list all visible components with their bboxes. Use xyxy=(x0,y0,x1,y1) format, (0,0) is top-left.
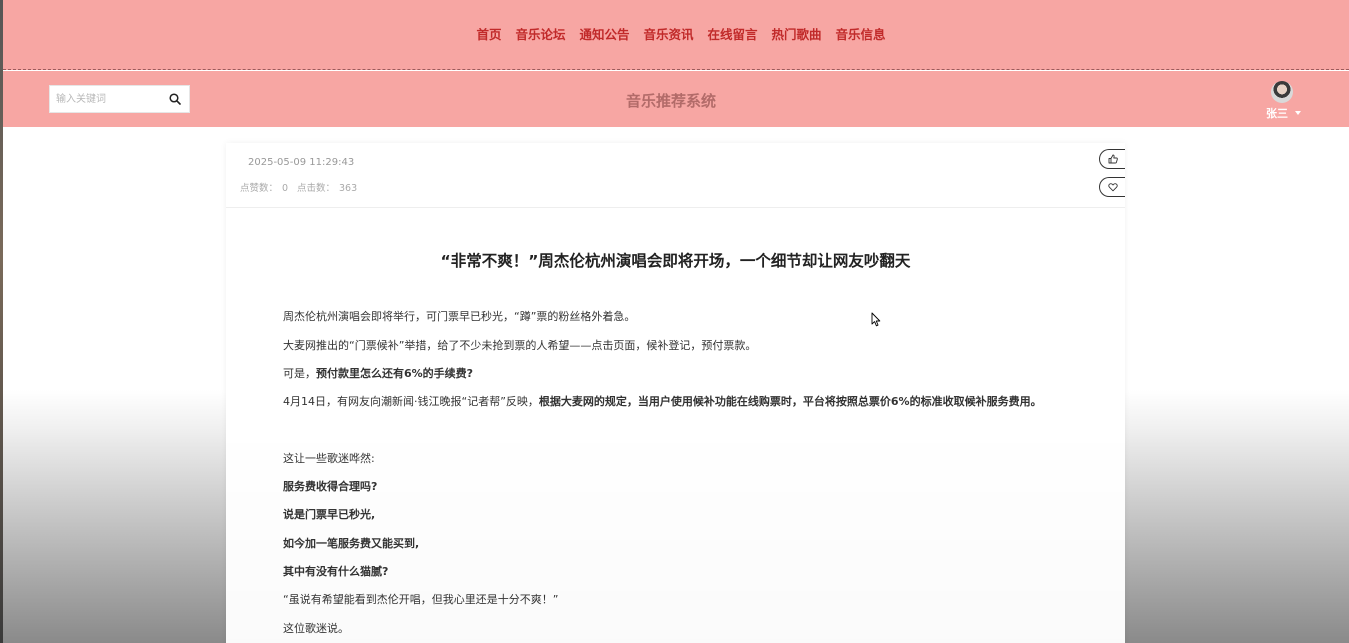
thumbs-up-icon xyxy=(1108,154,1118,164)
nav-item-music-news[interactable]: 音乐资讯 xyxy=(643,24,693,43)
paragraph-3-bold: 预付款里怎么还有6%的手续费? xyxy=(316,367,474,380)
cursor-icon xyxy=(871,312,881,327)
header-bar: 音乐推荐系统 张三 xyxy=(3,71,1349,127)
username[interactable]: 张三 xyxy=(1266,105,1288,121)
paragraph-7: 说是门票早已秒光, xyxy=(283,508,376,521)
nav-menu: 首页 音乐论坛 通知公告 音乐资讯 在线留言 热门歌曲 音乐信息 xyxy=(476,24,885,43)
likes-count: 点赞数： 0 xyxy=(240,180,288,194)
paragraph-8: 如今加一笔服务费又能买到, xyxy=(283,537,420,550)
paragraph-2: 大麦网推出的“门票候补”举措，给了不少未抢到票的人希望——点击页面，候补登记，预… xyxy=(283,339,757,352)
likes-value: 0 xyxy=(282,183,289,194)
article-date: 2025-05-09 11:29:43 xyxy=(248,157,355,168)
nav-item-music-info[interactable]: 音乐信息 xyxy=(836,24,886,43)
paragraph-3: 可是，预付款里怎么还有6%的手续费? xyxy=(283,365,473,381)
nav-item-hot-songs[interactable]: 热门歌曲 xyxy=(772,24,822,43)
paragraph-3-prefix: 可是， xyxy=(283,367,316,380)
nav-item-music-forum[interactable]: 音乐论坛 xyxy=(515,24,565,43)
favorite-button[interactable] xyxy=(1099,177,1125,197)
article-meta: 2025-05-09 11:29:43 点赞数： 0 点击数： 363 xyxy=(226,143,1125,208)
site-title: 音乐推荐系统 xyxy=(625,92,716,110)
article-card: 2025-05-09 11:29:43 点赞数： 0 点击数： 363 “非常不爽！… xyxy=(226,143,1125,643)
article-title: “非常不爽！”周杰伦杭州演唱会即将开场，一个细节却让网友吵翻天 xyxy=(440,252,911,270)
paragraph-6: 服务费收得合理吗? xyxy=(283,480,378,493)
paragraph-5: 这让一些歌迷哗然: xyxy=(283,452,375,465)
nav-item-home[interactable]: 首页 xyxy=(476,24,501,43)
clicks-count: 点击数： 363 xyxy=(297,180,357,194)
nav-item-announcements[interactable]: 通知公告 xyxy=(579,24,629,43)
clicks-label: 点击数： xyxy=(297,183,336,194)
chevron-down-icon[interactable] xyxy=(1295,111,1301,115)
paragraph-4-prefix: 4月14日，有网友向潮新闻·钱江晚报“记者帮”反映， xyxy=(283,395,539,408)
paragraph-1: 周杰伦杭州演唱会即将举行，可门票早已秒光，“蹲”票的粉丝格外着急。 xyxy=(283,310,636,323)
top-navigation: 首页 音乐论坛 通知公告 音乐资讯 在线留言 热门歌曲 音乐信息 xyxy=(3,0,1349,70)
clicks-value: 363 xyxy=(339,183,358,194)
avatar[interactable] xyxy=(1271,81,1293,103)
paragraph-4: 4月14日，有网友向潮新闻·钱江晚报“记者帮”反映，根据大麦网的规定，当用户使用… xyxy=(283,393,1042,409)
likes-label: 点赞数： xyxy=(240,183,279,194)
paragraph-9: 其中有没有什么猫腻? xyxy=(283,565,389,578)
paragraph-10: “虽说有希望能看到杰伦开唱，但我心里还是十分不爽！” xyxy=(283,593,559,606)
heart-icon xyxy=(1107,183,1118,192)
nav-item-messages[interactable]: 在线留言 xyxy=(708,24,758,43)
paragraph-11: 这位歌迷说。 xyxy=(283,622,349,635)
user-menu[interactable]: 张三 xyxy=(1262,80,1310,120)
paragraph-4-bold: 根据大麦网的规定，当用户使用候补功能在线购票时，平台将按照总票价6%的标准收取候… xyxy=(538,395,1042,408)
like-button[interactable] xyxy=(1099,149,1125,169)
